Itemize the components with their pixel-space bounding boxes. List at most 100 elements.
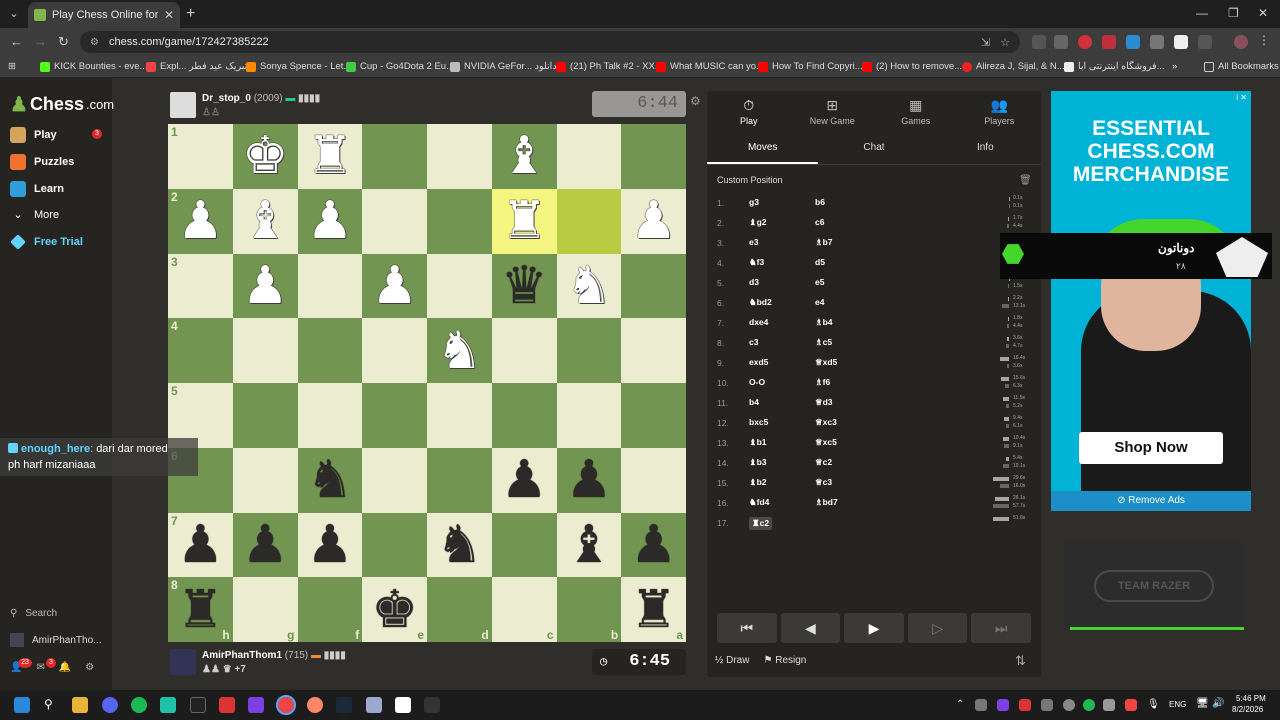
- board-square[interactable]: [362, 383, 427, 448]
- board-square[interactable]: 4: [168, 318, 233, 383]
- discord-icon[interactable]: [102, 697, 118, 713]
- bookmark-star-icon[interactable]: ☆: [1000, 36, 1010, 49]
- board-square[interactable]: e ♚: [362, 577, 427, 642]
- ad-info-icon[interactable]: i ✕: [1236, 93, 1247, 102]
- bell-icon[interactable]: 🔔: [59, 662, 71, 673]
- bookmark-item[interactable]: فروشگاه اینترنتی ابا...: [1064, 61, 1165, 72]
- white-pawn-icon[interactable]: ♟: [242, 260, 289, 312]
- board-square[interactable]: f: [297, 577, 363, 642]
- board-square[interactable]: [427, 383, 492, 448]
- subtab-moves[interactable]: Moves: [707, 137, 819, 164]
- minimize-window-icon[interactable]: —: [1196, 6, 1208, 20]
- board-square[interactable]: [232, 447, 298, 513]
- tab-players[interactable]: 👥 Players: [958, 91, 1042, 131]
- board-square[interactable]: [491, 383, 557, 448]
- back-icon[interactable]: ←: [10, 34, 23, 49]
- board-square[interactable]: [621, 253, 686, 319]
- board-square[interactable]: 2 ♟: [168, 188, 233, 254]
- board-square[interactable]: [297, 253, 363, 319]
- firefox-icon[interactable]: [307, 697, 323, 713]
- white-move[interactable]: g3: [749, 197, 759, 207]
- browser-tab-active[interactable]: Play Chess Online for FREE - 2 Pl ✕: [28, 2, 180, 28]
- reload-icon[interactable]: ↻: [58, 34, 69, 50]
- all-bookmarks-folder[interactable]: All Bookmarks: [1204, 61, 1279, 72]
- chess-logo[interactable]: ♟ Chess .com: [10, 92, 114, 117]
- bookmark-item[interactable]: How To Find Copyri...: [758, 61, 863, 72]
- white-move[interactable]: O-O: [749, 377, 765, 387]
- board-square[interactable]: ♟: [556, 447, 622, 513]
- white-move[interactable]: dxe4: [749, 317, 768, 327]
- browser-menu-icon[interactable]: ⋮: [1258, 33, 1272, 47]
- board-square[interactable]: [362, 447, 427, 513]
- app-icon[interactable]: [219, 697, 235, 713]
- board-square[interactable]: b: [556, 577, 622, 642]
- tray-icon[interactable]: [1041, 699, 1053, 711]
- white-move[interactable]: ♞bd2: [749, 297, 772, 308]
- board-square[interactable]: ♞: [427, 318, 492, 383]
- sidebar-search[interactable]: ⚲ Search: [10, 608, 57, 619]
- board-square[interactable]: [362, 124, 427, 189]
- language-indicator[interactable]: ENG: [1169, 700, 1186, 709]
- extension-icon[interactable]: [1174, 35, 1188, 49]
- clock-time[interactable]: 5:46 PM: [1236, 694, 1266, 703]
- black-pawn-icon[interactable]: ♟: [501, 454, 548, 506]
- board-square[interactable]: [427, 253, 492, 319]
- white-rook-icon[interactable]: ♜: [501, 195, 548, 247]
- board-square[interactable]: ♟: [232, 512, 298, 578]
- black-move[interactable]: b6: [815, 197, 825, 207]
- white-move[interactable]: d3: [749, 277, 759, 287]
- sidebar-item-play[interactable]: Play: [10, 127, 57, 143]
- mail-icon[interactable]: ✉: [36, 662, 44, 673]
- extensions-puzzle-icon[interactable]: [1198, 35, 1212, 49]
- tray-spotify-icon[interactable]: [1083, 699, 1095, 711]
- white-pawn-icon[interactable]: ♟: [307, 195, 354, 247]
- site-info-icon[interactable]: ⚙: [90, 37, 99, 48]
- bookmark-item[interactable]: (2) How to remove...: [862, 61, 962, 72]
- black-move[interactable]: e5: [815, 277, 824, 287]
- board-square[interactable]: ♟: [362, 253, 427, 319]
- white-move[interactable]: b4: [749, 397, 759, 407]
- tray-icon[interactable]: [1125, 699, 1137, 711]
- board-square[interactable]: [362, 512, 427, 578]
- black-move[interactable]: ♕xc3: [815, 417, 837, 428]
- app-icon[interactable]: [248, 697, 264, 713]
- white-move[interactable]: ♝b3: [749, 457, 767, 468]
- tray-icon[interactable]: [975, 699, 987, 711]
- black-rook-icon[interactable]: ♜: [177, 584, 224, 636]
- opponent-avatar[interactable]: [170, 92, 196, 118]
- black-move[interactable]: ♕xc5: [815, 437, 837, 448]
- black-move[interactable]: ♗c5: [815, 337, 832, 348]
- black-bishop-icon[interactable]: ♝: [566, 519, 613, 571]
- play-button[interactable]: ▶: [844, 613, 904, 643]
- board-square[interactable]: [621, 447, 686, 513]
- tab-close-icon[interactable]: ✕: [164, 8, 174, 22]
- bookmark-item[interactable]: Alireza J, Sijal, & N...: [962, 61, 1065, 72]
- board-square[interactable]: ♝: [232, 188, 298, 254]
- self-name[interactable]: AmirPhanThom1 (715) ▬ ▮▮▮▮: [202, 650, 346, 661]
- black-move[interactable]: ♕c2: [815, 457, 832, 468]
- advertisement[interactable]: i ✕ ESSENTIAL CHESS.COM MERCHANDISE Shop…: [1051, 91, 1251, 511]
- bookmark-item[interactable]: Cup - Go4Dota 2 Eu...: [346, 61, 454, 72]
- tray-icon[interactable]: [1103, 699, 1115, 711]
- board-square[interactable]: [621, 318, 686, 383]
- tray-icon[interactable]: [1063, 699, 1075, 711]
- spotify-icon[interactable]: [131, 697, 147, 713]
- white-pawn-icon[interactable]: ♟: [371, 260, 418, 312]
- black-king-icon[interactable]: ♚: [371, 584, 418, 636]
- trash-icon[interactable]: 🗑: [1019, 175, 1032, 186]
- board-square[interactable]: ♟: [621, 512, 686, 578]
- tray-icon[interactable]: [1019, 699, 1031, 711]
- board-square[interactable]: [491, 512, 557, 578]
- app-icon[interactable]: [160, 697, 176, 713]
- windows-start-icon[interactable]: [14, 697, 30, 713]
- forward-icon[interactable]: →: [34, 34, 47, 49]
- chrome-icon[interactable]: [276, 695, 296, 715]
- tray-chevron-icon[interactable]: ⌃: [956, 699, 964, 710]
- board-square[interactable]: ♟: [232, 253, 298, 319]
- black-pawn-icon[interactable]: ♟: [177, 519, 224, 571]
- black-pawn-icon[interactable]: ♟: [307, 519, 354, 571]
- address-bar[interactable]: ⚙ chess.com/game/172427385222 ⇲ ☆: [80, 31, 1020, 53]
- black-move[interactable]: c6: [815, 217, 824, 227]
- black-move[interactable]: ♕d3: [815, 397, 833, 408]
- board-square[interactable]: [556, 383, 622, 448]
